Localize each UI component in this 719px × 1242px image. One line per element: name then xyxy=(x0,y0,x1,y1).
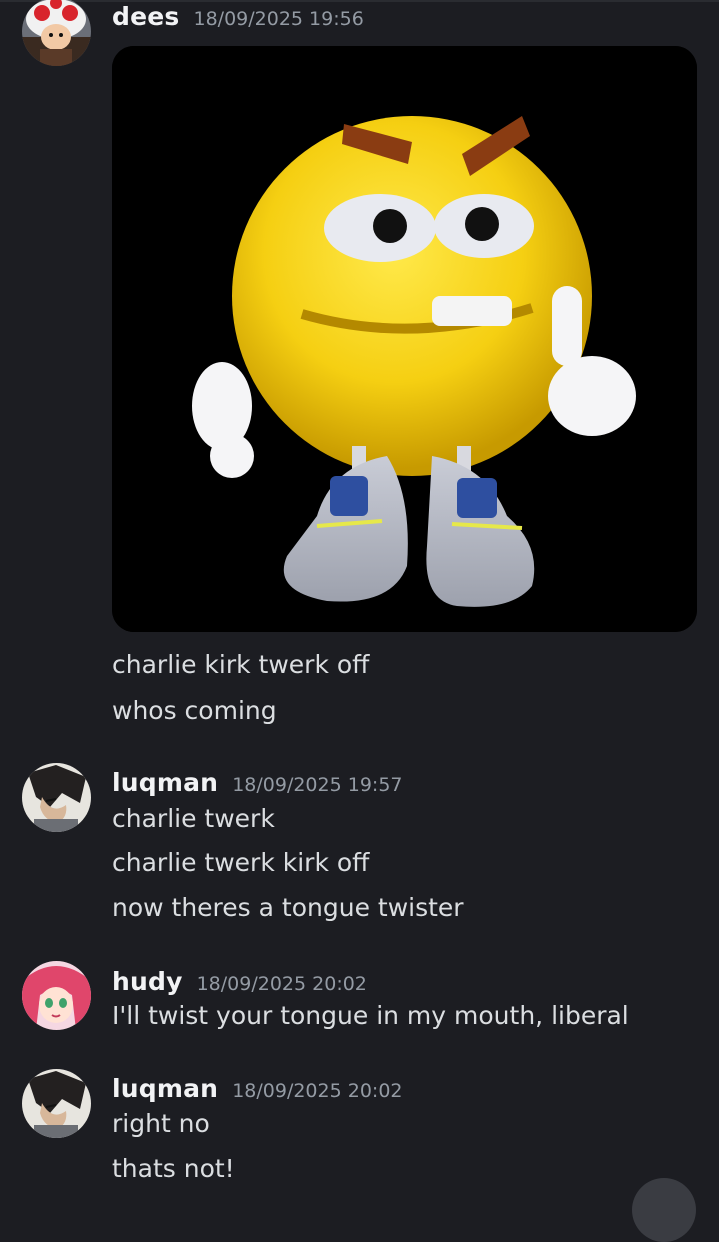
message-text: whos coming xyxy=(112,696,277,725)
anime-dark-hair-icon xyxy=(22,763,91,832)
timestamp: 18/09/2025 19:56 xyxy=(193,8,364,30)
timestamp: 18/09/2025 20:02 xyxy=(232,1080,403,1102)
angry-emoji-icon xyxy=(112,46,697,632)
toad-avatar-icon xyxy=(22,0,91,66)
message-text: charlie twerk kirk off xyxy=(112,848,370,877)
image-attachment[interactable] xyxy=(112,46,697,632)
message-text: thats not! xyxy=(112,1154,235,1183)
message-text: right no xyxy=(112,1109,210,1138)
message-header: hudy 18/09/2025 20:02 xyxy=(112,967,367,996)
username[interactable]: luqman xyxy=(112,1074,218,1103)
timestamp: 18/09/2025 19:57 xyxy=(232,774,403,796)
timestamp: 18/09/2025 20:02 xyxy=(196,973,367,995)
scroll-to-bottom-button[interactable] xyxy=(632,1178,696,1242)
message-header: luqman 18/09/2025 20:02 xyxy=(112,1074,403,1103)
username[interactable]: hudy xyxy=(112,967,183,996)
anime-pink-hair-icon xyxy=(22,961,91,1030)
avatar[interactable] xyxy=(22,0,91,66)
message-header: luqman 18/09/2025 19:57 xyxy=(112,768,403,797)
message-text: I'll twist your tongue in my mouth, libe… xyxy=(112,1001,629,1030)
username[interactable]: dees xyxy=(112,2,180,31)
username[interactable]: luqman xyxy=(112,768,218,797)
message-text: charlie kirk twerk off xyxy=(112,650,370,679)
anime-dark-hair-icon xyxy=(22,1069,91,1138)
avatar[interactable] xyxy=(22,1069,91,1138)
avatar[interactable] xyxy=(22,961,91,1030)
avatar[interactable] xyxy=(22,763,91,832)
message-header: dees 18/09/2025 19:56 xyxy=(112,2,364,31)
message-text: now theres a tongue twister xyxy=(112,893,464,922)
message-text: charlie twerk xyxy=(112,804,275,833)
